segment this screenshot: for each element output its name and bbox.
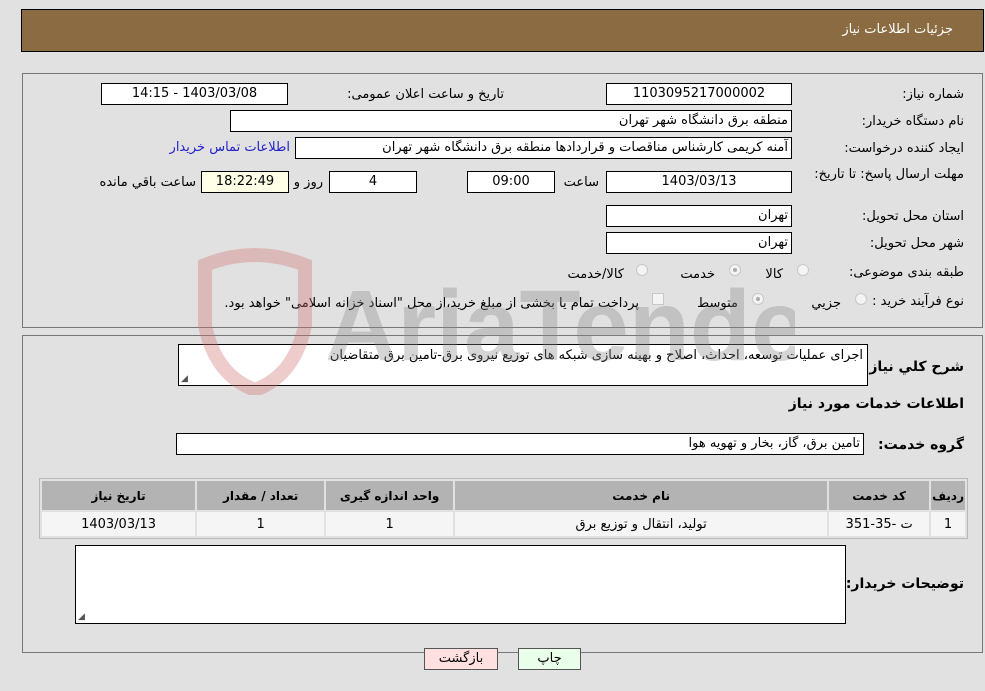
cell-service-code: ت -35-351 bbox=[829, 512, 930, 536]
col-header-need-date: تاریخ نیاز bbox=[42, 481, 196, 510]
category-radio-goods[interactable] bbox=[797, 264, 809, 276]
purchase-radio-minor[interactable] bbox=[855, 293, 867, 305]
service-group-label: گروه خدمت: bbox=[878, 437, 964, 453]
col-header-service-code: کد خدمت bbox=[829, 481, 930, 510]
table-row: 1 ت -35-351 تولید، انتقال و توزیع برق 1 … bbox=[42, 512, 965, 536]
need-details-panel: شماره نیاز: 1103095217000002 تاریخ و ساع… bbox=[22, 73, 983, 328]
need-number-field[interactable]: 1103095217000002 bbox=[606, 83, 792, 105]
deadline-time-field[interactable]: 09:00 bbox=[467, 171, 555, 193]
services-table: ردیف کد خدمت نام خدمت واحد اندازه گیری ت… bbox=[39, 478, 968, 539]
cell-service-name: تولید، انتقال و توزیع برق bbox=[455, 512, 828, 536]
need-number-label: شماره نیاز: bbox=[902, 87, 964, 102]
col-header-service-name: نام خدمت bbox=[455, 481, 828, 510]
cell-need-date: 1403/03/13 bbox=[42, 512, 196, 536]
treasury-note: پرداخت تمام یا بخشی از مبلغ خرید،از محل … bbox=[224, 296, 639, 311]
treasury-checkbox[interactable] bbox=[652, 293, 664, 305]
buyer-notes-label: توضیحات خریدار: bbox=[845, 576, 964, 592]
remaining-days-field[interactable]: 4 bbox=[329, 171, 417, 193]
province-field[interactable]: تهران bbox=[606, 205, 792, 227]
col-header-quantity: تعداد / مقدار bbox=[197, 481, 325, 510]
category-option-service: خدمت bbox=[680, 267, 715, 282]
back-button[interactable]: بازگشت bbox=[424, 648, 498, 670]
category-option-goods-service: کالا/خدمت bbox=[567, 267, 624, 282]
purchase-radio-medium[interactable] bbox=[752, 293, 764, 305]
category-option-goods: کالا bbox=[765, 267, 783, 282]
description-label: شرح کلي نیاز: bbox=[863, 359, 964, 375]
print-button[interactable]: چاپ bbox=[518, 648, 581, 670]
description-panel: شرح کلي نیاز: اجرای عملیات توسعه، احداث،… bbox=[22, 335, 983, 653]
purchase-option-medium: متوسط bbox=[697, 296, 738, 311]
buyer-notes-textarea[interactable]: ◢ bbox=[75, 545, 846, 624]
resize-grip-icon[interactable]: ◢ bbox=[78, 612, 85, 622]
deadline-date-field[interactable]: 1403/03/13 bbox=[606, 171, 792, 193]
cell-row-number: 1 bbox=[931, 512, 965, 536]
description-text: اجرای عملیات توسعه، احداث، اصلاح و بهینه… bbox=[329, 348, 863, 363]
table-header-row: ردیف کد خدمت نام خدمت واحد اندازه گیری ت… bbox=[42, 481, 965, 510]
category-radio-service[interactable] bbox=[729, 264, 741, 276]
page-title: جزئیات اطلاعات نیاز bbox=[842, 22, 953, 37]
requester-label: ایجاد کننده درخواست: bbox=[844, 141, 964, 156]
deadline-time-label: ساعت bbox=[563, 175, 599, 190]
buyer-org-field[interactable]: منطقه برق دانشگاه شهر تهران bbox=[230, 110, 792, 132]
city-field[interactable]: تهران bbox=[606, 232, 792, 254]
buyer-contact-link[interactable]: اطلاعات تماس خریدار bbox=[170, 140, 290, 155]
col-header-unit: واحد اندازه گیری bbox=[326, 481, 454, 510]
category-label: طبقه بندی موضوعی: bbox=[848, 265, 964, 280]
resize-grip-icon[interactable]: ◢ bbox=[181, 374, 188, 384]
purchase-option-minor: جزیي bbox=[811, 296, 841, 311]
deadline-label: مهلت ارسال پاسخ: تا تاریخ: bbox=[814, 167, 964, 182]
cell-unit: 1 bbox=[326, 512, 454, 536]
requester-field[interactable]: آمنه کریمی کارشناس مناقصات و قراردادها م… bbox=[295, 137, 792, 159]
col-header-row-number: ردیف bbox=[931, 481, 965, 510]
category-radio-goods-service[interactable] bbox=[636, 264, 648, 276]
page-header: جزئیات اطلاعات نیاز bbox=[21, 9, 984, 52]
cell-quantity: 1 bbox=[197, 512, 325, 536]
description-textarea[interactable]: اجرای عملیات توسعه، احداث، اصلاح و بهینه… bbox=[178, 344, 868, 386]
remaining-time-field[interactable]: 18:22:49 bbox=[201, 171, 289, 193]
remaining-label: ساعت باقي مانده bbox=[99, 175, 196, 190]
purchase-type-label: نوع فرآیند خرید : bbox=[872, 294, 964, 309]
service-group-field[interactable]: تامین برق، گاز، بخار و تهویه هوا bbox=[176, 433, 864, 455]
announce-label: تاریخ و ساعت اعلان عمومی: bbox=[347, 87, 504, 102]
announce-field[interactable]: 1403/03/08 - 14:15 bbox=[101, 83, 288, 105]
services-section-title: اطلاعات خدمات مورد نیاز bbox=[788, 396, 964, 412]
city-label: شهر محل تحویل: bbox=[869, 236, 964, 251]
province-label: استان محل تحویل: bbox=[862, 209, 964, 224]
buyer-org-label: نام دستگاه خریدار: bbox=[861, 114, 964, 129]
days-label: روز و bbox=[293, 175, 323, 190]
